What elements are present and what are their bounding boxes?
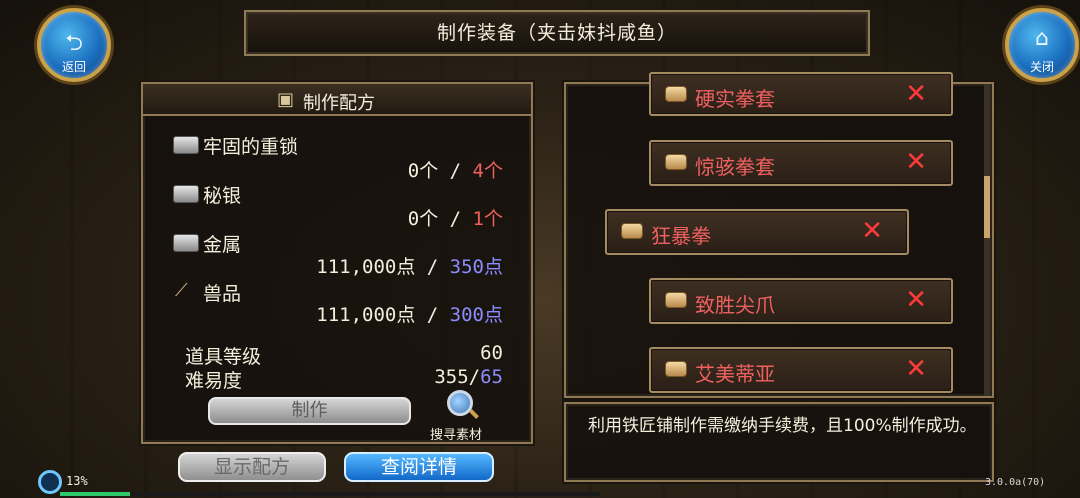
- unavailable-x-icon: ✕: [905, 285, 927, 315]
- metal-icon: [173, 234, 199, 252]
- list-item[interactable]: 惊骇拳套 ✕: [649, 140, 953, 186]
- material-quantity: 0个 / 4个: [407, 160, 503, 182]
- list-item[interactable]: 硬实拳套 ✕: [649, 72, 953, 116]
- view-details-button[interactable]: 查阅详情: [344, 452, 494, 482]
- search-materials-icon[interactable]: [447, 390, 473, 416]
- progress-bar: [60, 492, 600, 496]
- progress-fill: [60, 492, 131, 496]
- item-level-value: 60: [480, 342, 503, 364]
- heavy-lock-icon: [173, 136, 199, 154]
- list-item[interactable]: 致胜尖爪 ✕: [649, 278, 953, 324]
- material-name: 金属: [203, 234, 242, 256]
- description-text: 利用铁匠铺制作需缴纳手续费，且100%制作成功。: [588, 416, 977, 436]
- scroll-icon: [621, 223, 643, 239]
- scroll-icon: [665, 154, 687, 170]
- scroll-icon: [665, 86, 687, 102]
- progress-text: 13%: [66, 474, 88, 488]
- fang-icon: ⟋: [175, 280, 188, 301]
- material-name: 牢固的重锁: [203, 136, 299, 158]
- difficulty-value: 355/65: [434, 366, 503, 388]
- list-item-selected[interactable]: 狂暴拳 ✕: [605, 209, 909, 255]
- list-item-label: 惊骇拳套: [695, 155, 775, 179]
- recipe-header-title: 制作配方: [303, 93, 375, 114]
- craft-button[interactable]: 制作: [208, 397, 411, 425]
- back-button[interactable]: ⮌ 返回: [37, 8, 111, 82]
- close-button[interactable]: ⌂ 关闭: [1005, 8, 1079, 82]
- item-level-label: 道具等级: [185, 346, 262, 368]
- material-name: 秘银: [203, 185, 242, 207]
- scroll-icon: [665, 361, 687, 377]
- material-quantity: 0个 / 1个: [407, 208, 503, 230]
- recipe-header: ▣ 制作配方: [143, 84, 531, 116]
- version-text: 3.0.0a(70): [985, 477, 1046, 488]
- list-scrollbar-thumb[interactable]: [984, 176, 990, 238]
- recipe-book-icon: ▣: [277, 89, 295, 110]
- list-item[interactable]: 艾美蒂亚 ✕: [649, 347, 953, 393]
- loading-icon: [38, 470, 62, 494]
- description-panel: 利用铁匠铺制作需缴纳手续费，且100%制作成功。: [564, 402, 994, 482]
- unavailable-x-icon: ✕: [905, 79, 927, 109]
- list-item-label: 硬实拳套: [695, 87, 775, 111]
- window-title: 制作装备（夹击妹抖咸鱼）: [436, 22, 677, 44]
- material-quantity: 111,000点 / 350点: [316, 256, 503, 278]
- show-recipe-button[interactable]: 显示配方: [178, 452, 326, 482]
- title-bar: 制作装备（夹击妹抖咸鱼）: [244, 10, 870, 56]
- list-scrollbar[interactable]: [984, 84, 990, 396]
- material-quantity: 111,000点 / 300点: [316, 304, 503, 326]
- unavailable-x-icon: ✕: [905, 147, 927, 177]
- scroll-icon: [665, 292, 687, 308]
- list-item-label: 致胜尖爪: [695, 293, 775, 317]
- list-item-label: 艾美蒂亚: [695, 362, 775, 386]
- material-name: 兽品: [203, 283, 242, 305]
- back-button-label: 返回: [61, 60, 86, 74]
- unavailable-x-icon: ✕: [905, 354, 927, 384]
- recipe-panel: ▣ 制作配方 牢固的重锁 0个 / 4个 秘银 0个 / 1个 金属 111,0…: [141, 82, 533, 444]
- list-item-label: 狂暴拳: [651, 224, 711, 248]
- home-icon: ⌂: [1035, 26, 1049, 51]
- difficulty-label: 难易度: [185, 370, 243, 392]
- close-button-label: 关闭: [1029, 60, 1054, 74]
- search-materials-label[interactable]: 搜寻素材: [430, 424, 482, 443]
- mithril-icon: [173, 185, 199, 203]
- unavailable-x-icon: ✕: [861, 216, 883, 246]
